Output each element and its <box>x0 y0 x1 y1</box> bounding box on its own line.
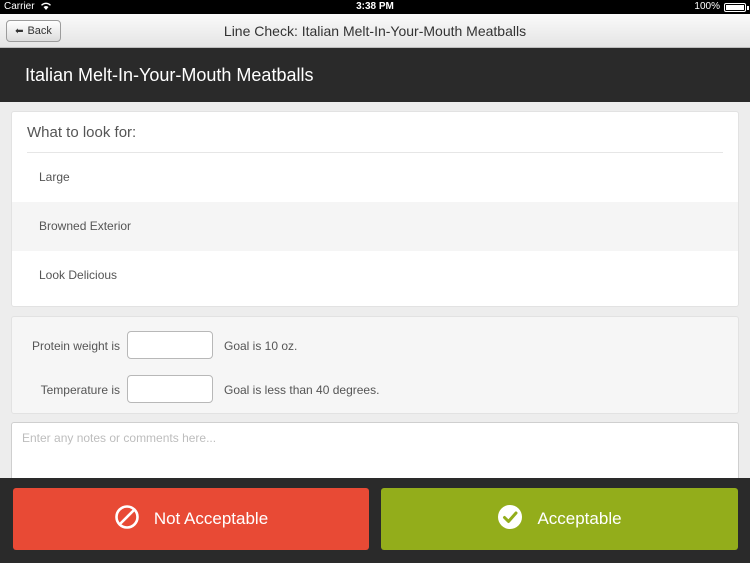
temperature-input[interactable] <box>127 375 213 403</box>
battery-percent: 100% <box>694 1 720 12</box>
temperature-label: Temperature is <box>40 383 120 397</box>
main-content: What to look for: Large Browned Exterior… <box>0 102 750 478</box>
measurements-card: Protein weight is Goal is 10 oz. Tempera… <box>11 316 739 414</box>
checkmark-circle-icon <box>497 504 523 535</box>
acceptable-button[interactable]: Acceptable <box>381 488 738 550</box>
look-for-item: Look Delicious <box>39 268 118 282</box>
page-header: Italian Melt-In-Your-Mouth Meatballs <box>0 48 750 102</box>
status-bar: Carrier 3:38 PM 100% <box>0 0 750 14</box>
page-title: Italian Melt-In-Your-Mouth Meatballs <box>25 65 314 85</box>
battery-icon <box>724 3 749 12</box>
look-for-item: Large <box>39 170 70 184</box>
prohibited-icon <box>114 504 140 535</box>
navigation-bar: ⬅ Back Line Check: Italian Melt-In-Your-… <box>0 14 750 48</box>
protein-weight-goal: Goal is 10 oz. <box>224 339 298 353</box>
not-acceptable-label: Not Acceptable <box>153 509 269 528</box>
action-footer: Not Acceptable Acceptable <box>0 478 750 563</box>
nav-title: Line Check: Italian Melt-In-Your-Mouth M… <box>223 23 527 39</box>
protein-weight-label: Protein weight is <box>31 339 120 353</box>
look-for-item: Browned Exterior <box>12 202 738 251</box>
look-for-card: What to look for: Large Browned Exterior… <box>11 111 739 307</box>
temperature-goal: Goal is less than 40 degrees. <box>224 383 380 397</box>
look-for-heading: What to look for: <box>27 124 137 141</box>
protein-weight-input[interactable] <box>127 331 213 359</box>
not-acceptable-button[interactable]: Not Acceptable <box>13 488 369 550</box>
acceptable-label: Acceptable <box>537 509 622 528</box>
notes-textarea[interactable] <box>11 422 739 478</box>
status-time: 3:38 PM <box>356 1 394 12</box>
